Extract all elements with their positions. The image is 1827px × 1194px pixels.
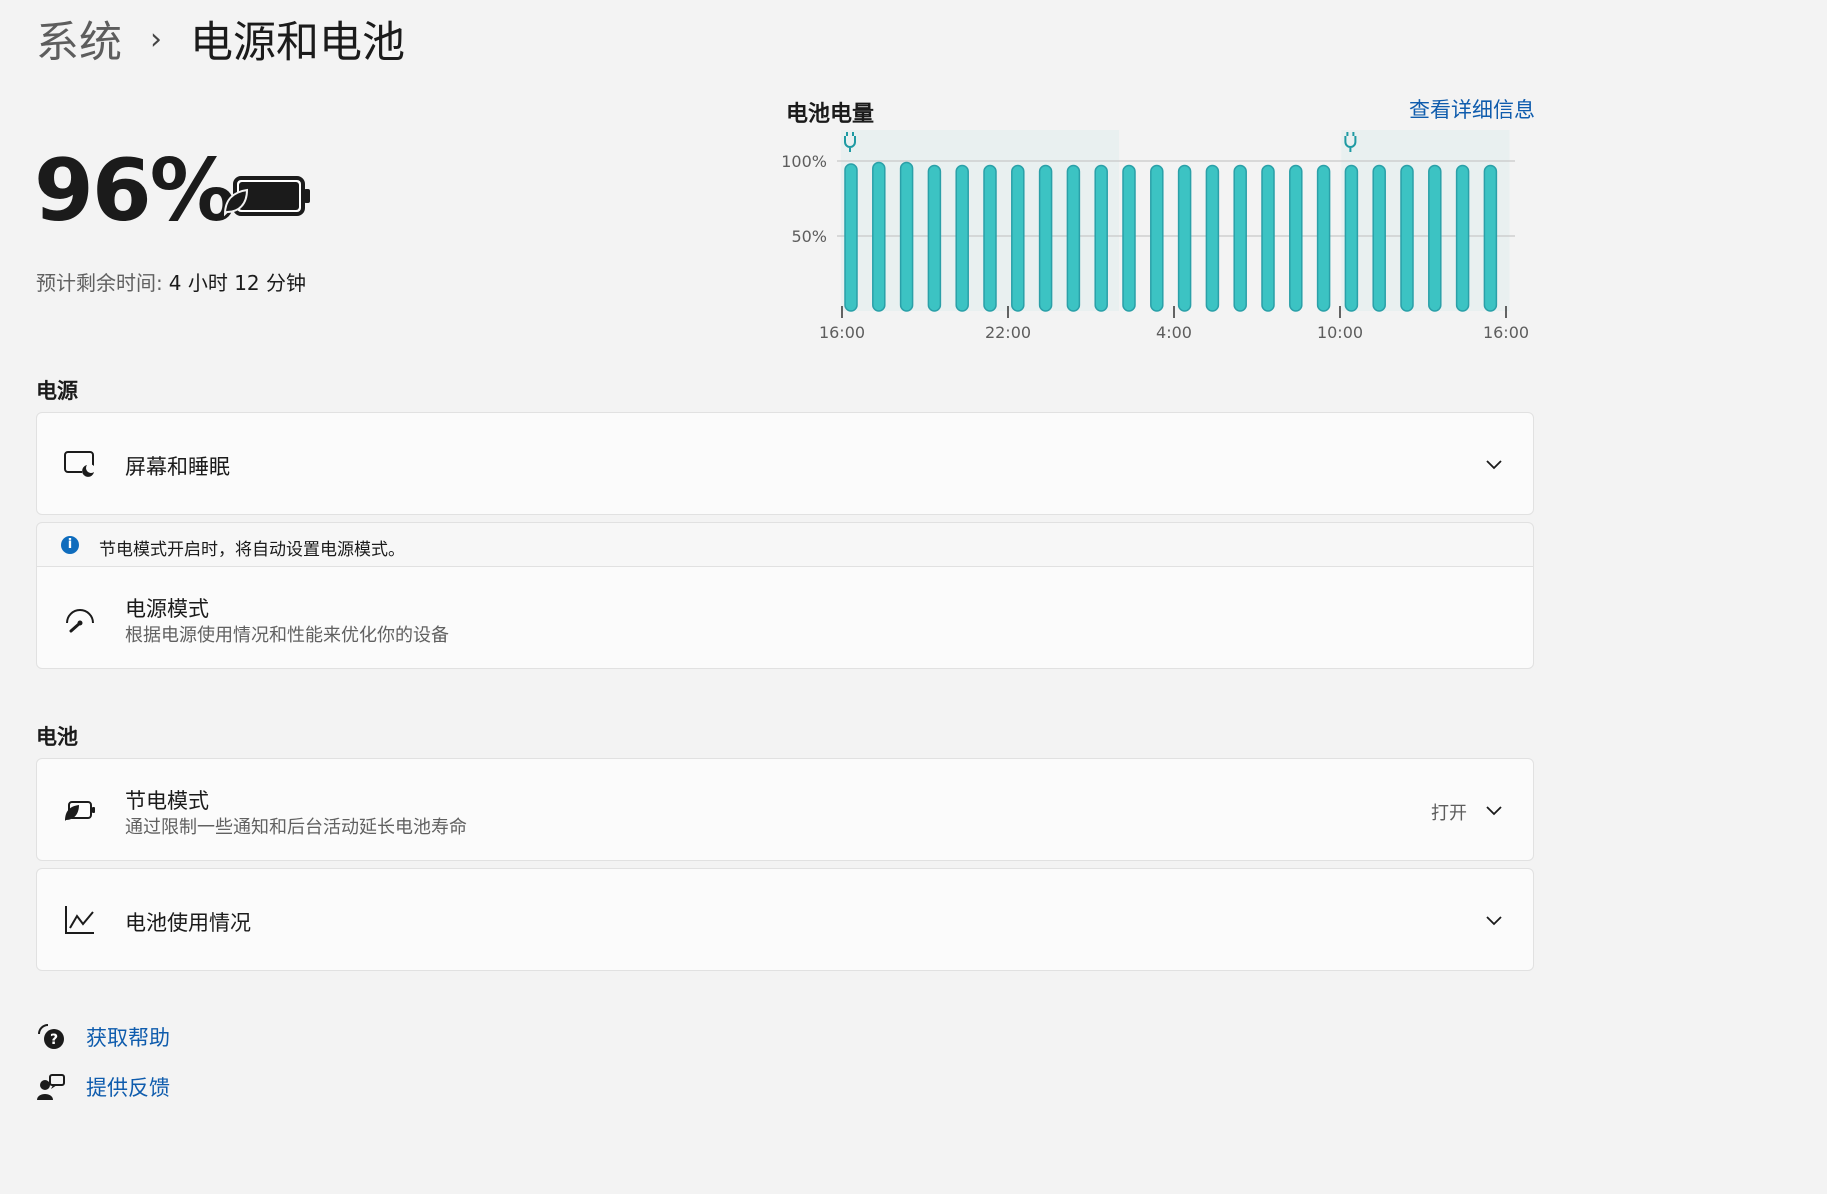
battery-level-bar xyxy=(1344,164,1359,312)
battery-level-bar xyxy=(1428,164,1442,312)
battery-level-bar xyxy=(1094,164,1108,312)
battery-usage-title: 电池使用情况 xyxy=(125,911,251,935)
info-bar: i 节电模式开启时，将自动设置电源模式。 xyxy=(36,522,1534,566)
breadcrumb-system[interactable]: 系统 xyxy=(36,8,122,70)
info-message: 节电模式开启时，将自动设置电源模式。 xyxy=(99,540,405,560)
chevron-down-icon[interactable] xyxy=(1485,911,1503,929)
get-help-link[interactable]: ? 获取帮助 xyxy=(36,1022,170,1052)
feedback-icon xyxy=(37,1074,65,1100)
battery-level-bar xyxy=(927,164,942,312)
battery-level-bar xyxy=(1233,164,1247,312)
power-mode-subtitle: 根据电源使用情况和性能来优化你的设备 xyxy=(125,625,449,646)
battery-saver-icon xyxy=(65,801,95,821)
remaining-time-label: 预计剩余时间: xyxy=(36,271,163,295)
battery-level-bar xyxy=(983,164,997,312)
battery-level-bar xyxy=(1066,164,1081,312)
help-icon: ? xyxy=(38,1024,64,1049)
page-title: 电源和电池 xyxy=(190,18,405,68)
battery-level-bar xyxy=(955,164,969,312)
screen-sleep-title: 屏幕和睡眠 xyxy=(125,455,230,479)
section-battery-heading: 电池 xyxy=(36,725,78,749)
breadcrumb: 系统 › 电源和电池 xyxy=(36,8,405,70)
chart-title: 电池电量 xyxy=(786,102,875,127)
battery-saver-state: 打开 xyxy=(1431,803,1467,824)
power-mode-card[interactable]: 电源模式 根据电源使用情况和性能来优化你的设备 xyxy=(36,566,1534,669)
x-tick-label: 10:00 xyxy=(1317,323,1363,342)
screen-sleep-icon xyxy=(64,451,96,478)
x-tick-label: 4:00 xyxy=(1156,323,1192,342)
battery-level-bar xyxy=(1483,164,1498,312)
x-tick-label: 16:00 xyxy=(819,323,865,342)
battery-level-bar xyxy=(844,163,858,312)
battery-level-bar xyxy=(1122,164,1136,312)
battery-level-bar xyxy=(1038,164,1053,312)
battery-level-bar xyxy=(1372,164,1386,312)
battery-saver-subtitle: 通过限制一些通知和后台活动延长电池寿命 xyxy=(125,817,467,838)
battery-level-bar xyxy=(1261,164,1275,312)
battery-saver-title: 节电模式 xyxy=(125,789,209,813)
battery-level-bar xyxy=(1205,164,1220,312)
battery-percent: 96% xyxy=(34,141,236,241)
battery-level-bar xyxy=(1177,164,1192,312)
battery-level-bar xyxy=(1289,164,1303,312)
battery-level-bar xyxy=(899,161,914,312)
chevron-down-icon[interactable] xyxy=(1485,801,1503,819)
chevron-down-icon[interactable] xyxy=(1485,455,1503,473)
gauge-icon xyxy=(66,609,94,633)
battery-saver-card[interactable]: 节电模式 通过限制一些通知和后台活动延长电池寿命 打开 xyxy=(36,758,1534,861)
battery-level-bar xyxy=(1316,164,1331,312)
battery-level-bar xyxy=(1011,164,1025,312)
battery-level-bar xyxy=(1455,164,1470,312)
battery-level-bar xyxy=(1400,164,1414,312)
battery-usage-card[interactable]: 电池使用情况 xyxy=(36,868,1534,971)
info-icon: i xyxy=(61,536,79,554)
battery-level-chart: 100% 50% 16:00 22:00 4:00 10:00 16:00 xyxy=(781,130,1529,342)
line-chart-icon xyxy=(65,906,94,934)
remaining-time-value: 4 小时 12 分钟 xyxy=(168,271,306,295)
give-feedback-label: 提供反馈 xyxy=(86,1076,170,1100)
x-tick-label: 22:00 xyxy=(985,323,1031,342)
section-power-heading: 电源 xyxy=(36,379,78,403)
battery-level-bar xyxy=(872,161,886,312)
battery-level-bar xyxy=(1150,164,1164,312)
remaining-time: 预计剩余时间: 4 小时 12 分钟 xyxy=(36,267,306,296)
x-tick-label: 16:00 xyxy=(1483,323,1529,342)
svg-text:?: ? xyxy=(50,1032,58,1048)
y-tick-label: 50% xyxy=(791,227,827,246)
screen-sleep-card[interactable]: 屏幕和睡眠 xyxy=(36,412,1534,515)
battery-saver-leaf-icon xyxy=(223,176,310,217)
y-tick-label: 100% xyxy=(781,152,827,171)
get-help-label: 获取帮助 xyxy=(86,1026,170,1050)
breadcrumb-separator: › xyxy=(150,21,162,57)
power-mode-title: 电源模式 xyxy=(125,597,209,621)
view-details-link[interactable]: 查看详细信息 xyxy=(1409,94,1535,124)
give-feedback-link[interactable]: 提供反馈 xyxy=(36,1072,170,1102)
